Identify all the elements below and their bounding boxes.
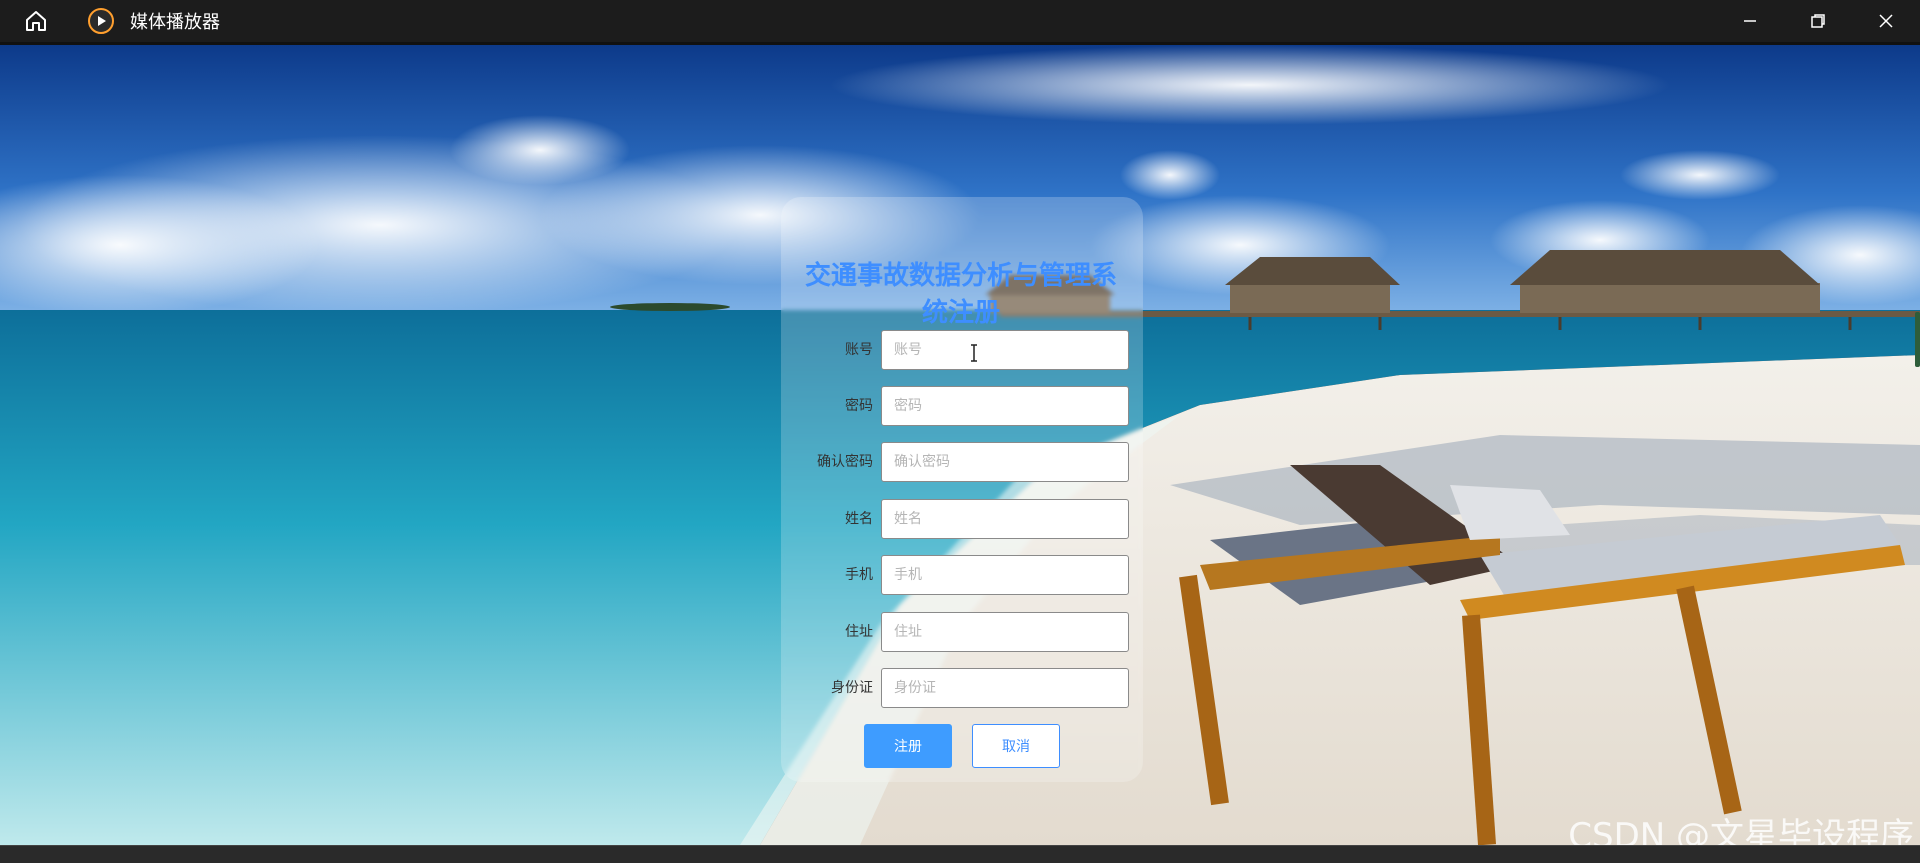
scroll-indicator[interactable] [1915,312,1920,367]
phone-input[interactable] [881,555,1129,595]
close-icon [1879,14,1893,28]
text-cursor-icon [971,344,977,362]
register-button[interactable]: 注册 [864,724,952,768]
name-label: 姓名 [845,511,873,527]
phone-label: 手机 [845,567,873,583]
minimize-icon [1744,20,1756,22]
name-row: 姓名 [781,499,1143,539]
home-icon [26,11,46,31]
title-bar: 媒体播放器 [0,0,1920,45]
confirm-password-row: 确认密码 [781,442,1143,482]
id-card-label: 身份证 [831,680,873,696]
id-card-input[interactable] [881,668,1129,708]
id-card-row: 身份证 [781,668,1143,708]
address-label: 住址 [845,624,873,640]
cancel-button[interactable]: 取消 [972,724,1060,768]
password-row: 密码 [781,386,1143,426]
password-label: 密码 [845,398,873,414]
account-input[interactable] [881,330,1129,370]
window-title: 媒体播放器 [130,12,220,33]
phone-row: 手机 [781,555,1143,595]
window-controls [1716,0,1920,44]
account-label: 账号 [845,342,873,358]
account-row: 账号 [781,330,1143,370]
password-input[interactable] [881,386,1129,426]
player-bottom-bar [0,845,1920,863]
address-row: 住址 [781,612,1143,652]
confirm-password-input[interactable] [881,442,1129,482]
name-input[interactable] [881,499,1129,539]
address-input[interactable] [881,612,1129,652]
home-button[interactable] [0,0,72,44]
restore-icon [1811,14,1825,28]
form-title: 交通事故数据分析与管理系统注册 [804,261,1117,328]
media-player-logo-icon [88,8,114,34]
close-button[interactable] [1852,0,1920,44]
minimize-button[interactable] [1716,0,1784,44]
confirm-password-label: 确认密码 [817,454,873,470]
restore-button[interactable] [1784,0,1852,44]
